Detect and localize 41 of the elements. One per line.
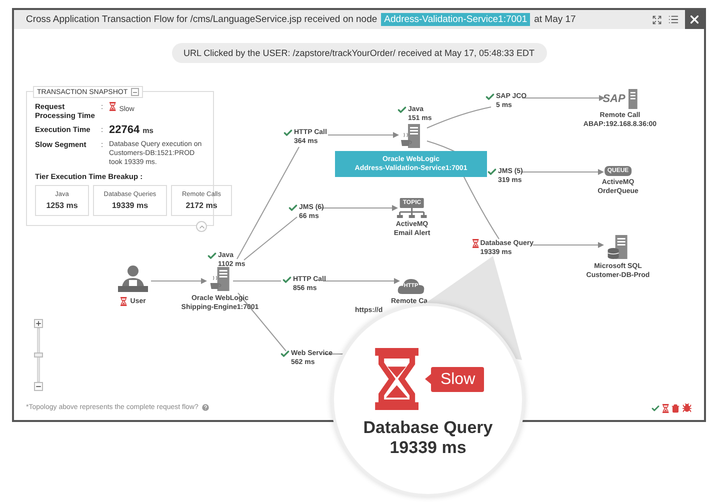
- close-button[interactable]: [685, 10, 704, 29]
- tier-time: 2172 ms: [186, 201, 218, 210]
- trash-icon: [671, 404, 680, 412]
- cloud-icon: [397, 276, 425, 294]
- collapse-icon[interactable]: [130, 88, 139, 96]
- plus-icon: [34, 320, 42, 327]
- url-banner: URL Clicked by the USER: /zapstore/trackYourOrder/ received at May 17, 05:48:33 EDT: [172, 43, 546, 63]
- tier-time: 19339 ms: [112, 201, 148, 210]
- check-icon: [651, 404, 660, 412]
- zoom-out-button[interactable]: [34, 382, 42, 391]
- user-at-desk-icon: [116, 265, 150, 295]
- expand-icon: [652, 14, 662, 24]
- hourglass-icon: [109, 102, 116, 111]
- connector-arrow: [150, 278, 207, 284]
- minus-icon: [34, 383, 42, 390]
- connector-arrow: [328, 132, 399, 138]
- help-icon[interactable]: [201, 403, 210, 412]
- server-icon: [400, 123, 422, 149]
- execution-time-value: 22764: [109, 125, 140, 135]
- list-button[interactable]: [668, 14, 679, 25]
- expand-button[interactable]: [652, 14, 662, 24]
- magnified-call-name: Database Query: [363, 418, 493, 438]
- server-icon: [209, 266, 231, 292]
- window-title-date: at May 17: [534, 14, 576, 25]
- close-icon: [688, 13, 701, 26]
- database-server-icon: [607, 234, 629, 260]
- connector-line: [232, 280, 282, 282]
- sap-logo: SAP: [602, 93, 626, 105]
- zoom-slider[interactable]: [34, 328, 42, 382]
- network-icon: [397, 208, 427, 218]
- tier-time: 1253 ms: [46, 201, 78, 210]
- magnified-call-time: 19339 ms: [390, 438, 466, 458]
- window-title: Cross Application Transaction Flow for /cms/LanguageService.jsp received on node: [26, 14, 378, 25]
- node-name-chip: Address-Validation-Service1:7001: [381, 13, 530, 26]
- hourglass-icon: [662, 404, 670, 412]
- zoom-in-button[interactable]: [34, 319, 42, 328]
- bug-icon: [682, 403, 692, 413]
- zoom-thumb[interactable]: [34, 352, 42, 358]
- list-icon: [668, 14, 679, 25]
- connector-arrow: [532, 242, 604, 248]
- document-icon: [628, 89, 638, 109]
